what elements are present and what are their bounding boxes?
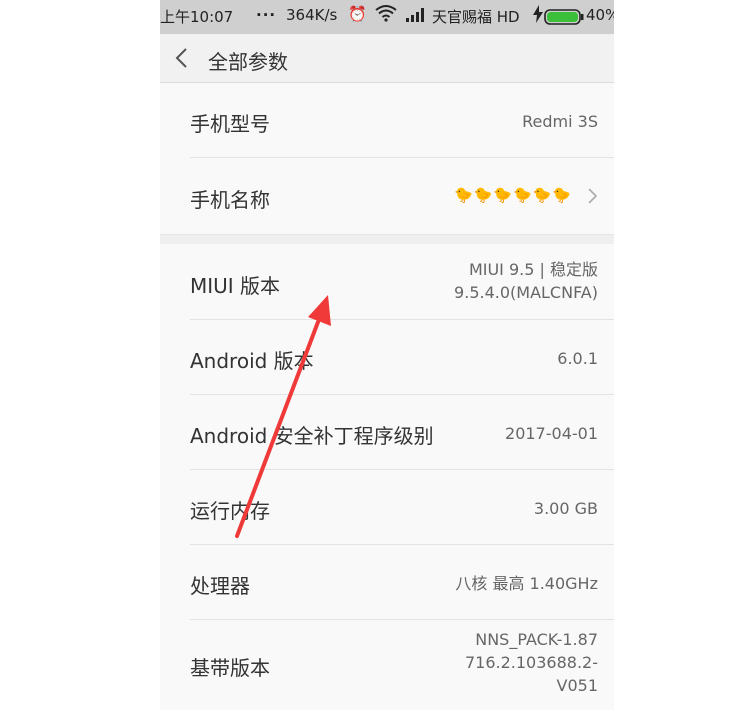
row-model: 手机型号 Redmi 3S (160, 84, 614, 158)
status-net-speed: 364K/s (286, 6, 338, 24)
title-bar: 全部参数 (160, 34, 614, 83)
row-miui: MIUI 版本 MIUI 9.5 | 稳定版 9.5.4.0(MALCNFA) (160, 244, 614, 320)
row-cpu-label: 处理器 (190, 574, 250, 598)
row-baseband: 基带版本 NNS_PACK-1.87 716.2.103688.2- V051 (160, 620, 614, 710)
row-device-name[interactable]: 手机名称 🐤🐤🐤🐤🐤🐤 (160, 158, 614, 234)
row-android-version-label: Android 版本 (190, 349, 314, 373)
signal-icon (406, 8, 426, 26)
row-cpu-value: 八核 最高 1.40GHz (455, 574, 598, 593)
row-miui-value-line1: MIUI 9.5 | 稳定版 (468, 260, 598, 279)
row-cpu: 处理器 八核 最高 1.40GHz (160, 545, 614, 620)
status-carrier: 天官赐福 HD (432, 8, 520, 26)
row-baseband-value: NNS_PACK-1.87 716.2.103688.2- V051 (465, 628, 598, 697)
back-button[interactable] (166, 40, 202, 76)
row-baseband-value-line2: 716.2.103688.2- (464, 653, 598, 672)
row-ram-label: 运行内存 (190, 499, 270, 523)
phone-screen: 上午10:07 ... 364K/s ⏰ 天官赐福 HD 40 全部参数 手机型… (160, 0, 614, 710)
row-baseband-value-line3: V051 (556, 676, 598, 695)
row-device-name-value: 🐤🐤🐤🐤🐤🐤 (453, 186, 572, 204)
row-miui-label: MIUI 版本 (190, 274, 281, 298)
system-info-group: MIUI 版本 MIUI 9.5 | 稳定版 9.5.4.0(MALCNFA) … (160, 244, 614, 710)
row-android-version-value: 6.0.1 (557, 349, 598, 368)
row-miui-value-line2: 9.5.4.0(MALCNFA) (454, 283, 598, 302)
device-info-group: 手机型号 Redmi 3S 手机名称 🐤🐤🐤🐤🐤🐤 (160, 84, 614, 234)
charging-bolt-icon (533, 5, 543, 27)
alarm-icon: ⏰ (348, 5, 367, 23)
row-miui-value: MIUI 9.5 | 稳定版 9.5.4.0(MALCNFA) (454, 258, 598, 304)
chevron-left-icon (175, 48, 187, 68)
row-security-patch-value: 2017-04-01 (505, 424, 598, 443)
row-ram-value: 3.00 GB (533, 499, 598, 518)
wifi-icon (375, 4, 397, 26)
status-more-dots: ... (256, 2, 277, 20)
row-android-version: Android 版本 6.0.1 (160, 320, 614, 395)
row-model-label: 手机型号 (190, 112, 270, 136)
row-security-patch-label: Android 安全补丁程序级别 (190, 424, 434, 448)
status-bar: 上午10:07 ... 364K/s ⏰ 天官赐福 HD 40 (160, 0, 614, 34)
page-title: 全部参数 (208, 50, 288, 74)
status-battery-percent: 40% (586, 6, 614, 24)
row-baseband-value-line1: NNS_PACK-1.87 (475, 630, 598, 649)
status-time: 上午10:07 (160, 8, 234, 26)
row-model-value: Redmi 3S (522, 112, 598, 131)
chevron-right-icon (588, 188, 598, 204)
row-security-patch: Android 安全补丁程序级别 2017-04-01 (160, 395, 614, 470)
battery-icon (544, 9, 584, 29)
row-device-name-label: 手机名称 (190, 188, 270, 212)
row-ram: 运行内存 3.00 GB (160, 470, 614, 545)
row-baseband-label: 基带版本 (190, 656, 270, 680)
